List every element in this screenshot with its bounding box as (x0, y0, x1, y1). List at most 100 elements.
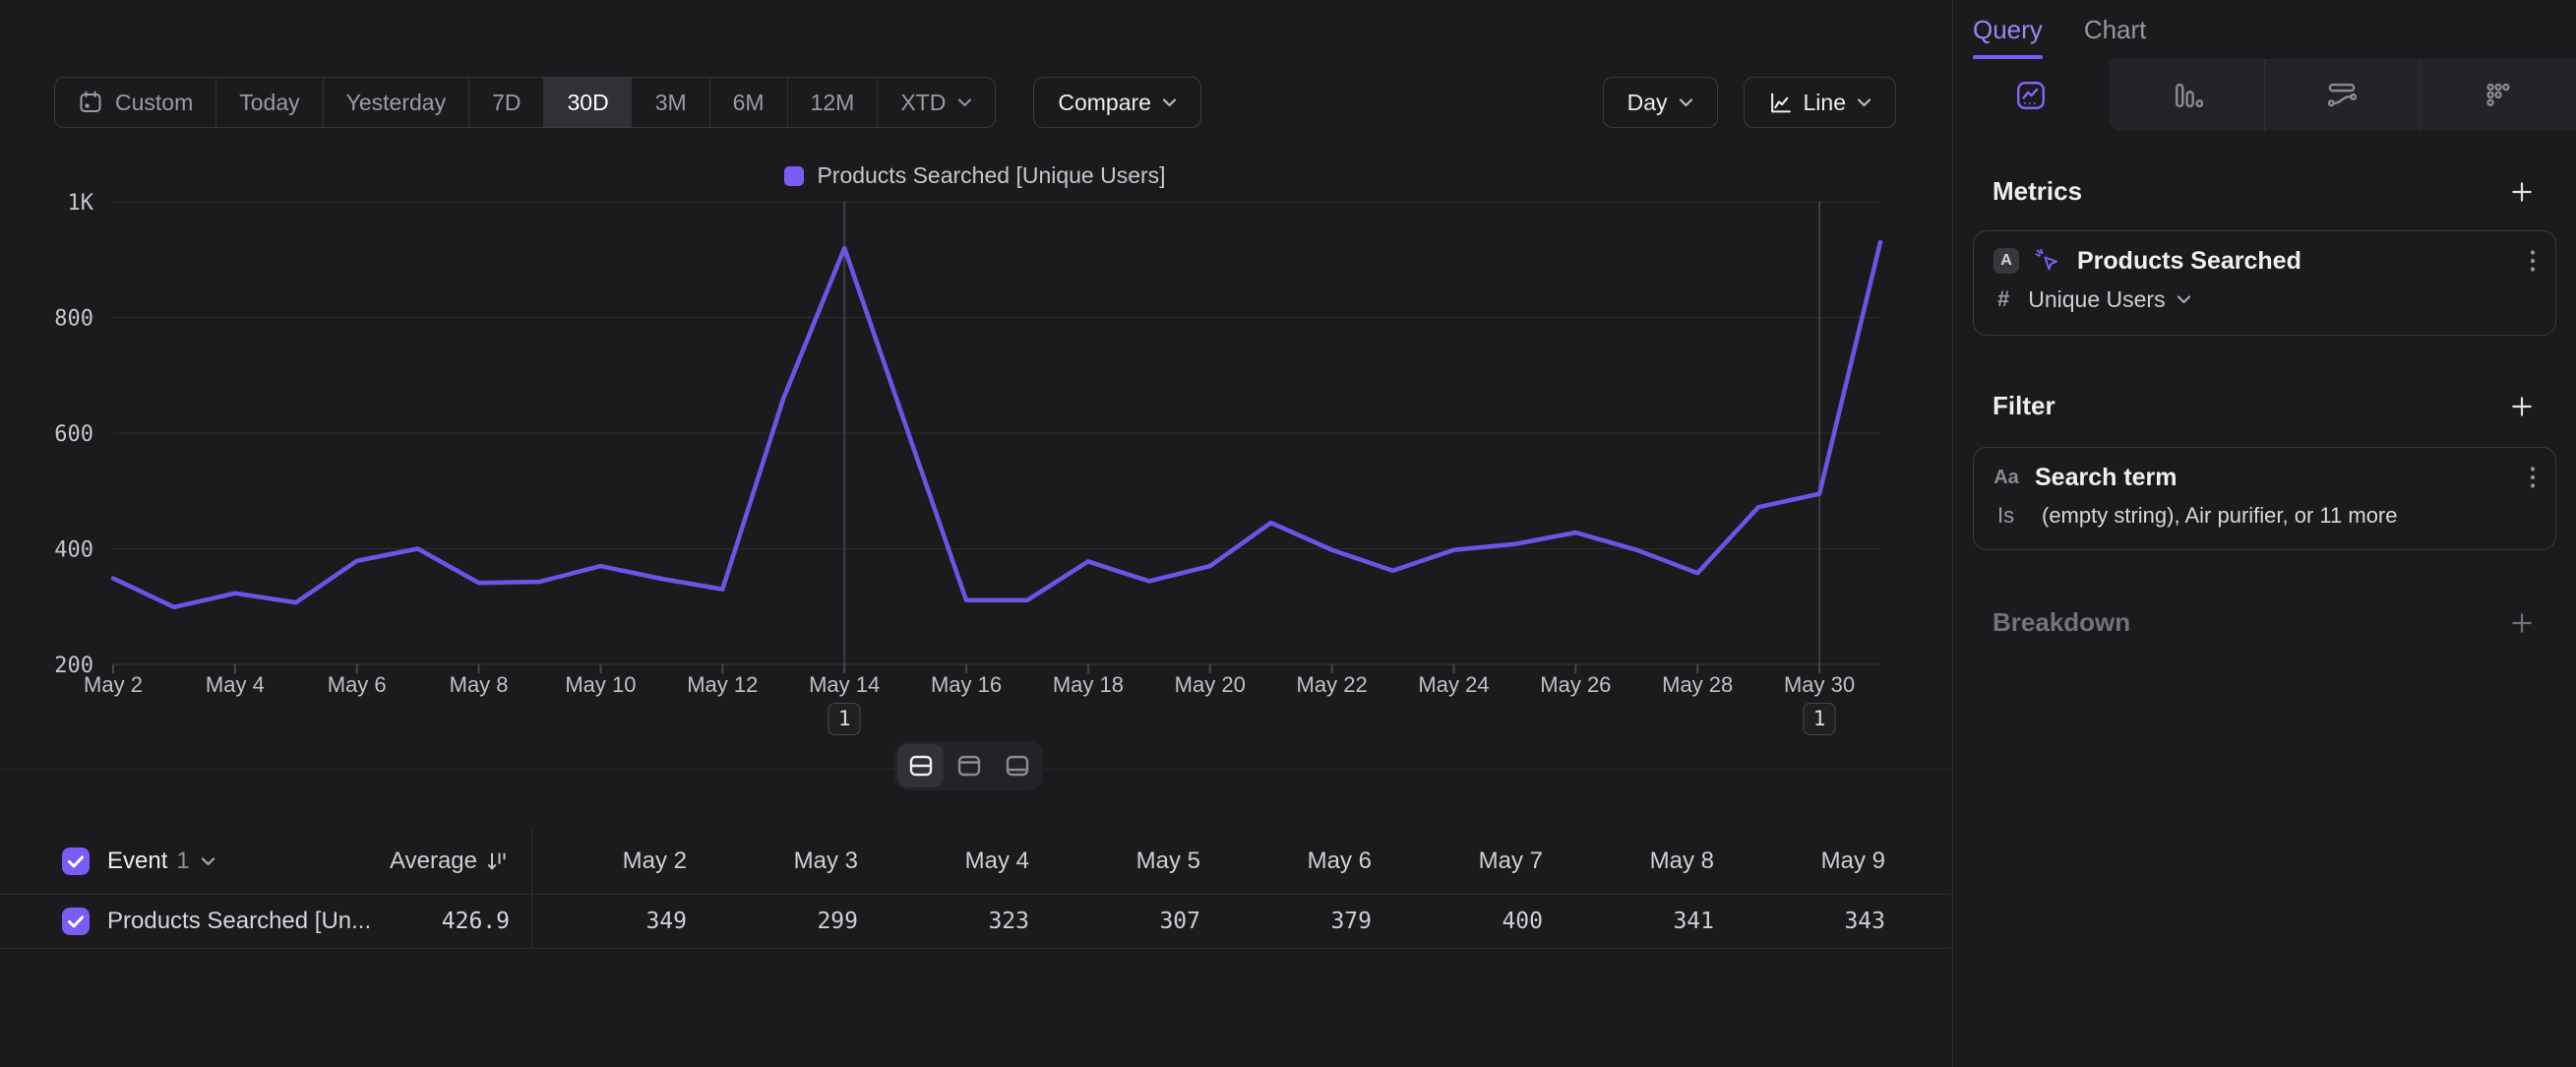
value-cell: 307 (1045, 909, 1216, 934)
chevron-down-icon (1679, 98, 1693, 107)
filter-operator[interactable]: Is (1997, 503, 2023, 529)
breakdown-section-header: Breakdown (1993, 607, 2535, 638)
value-cell: 379 (1216, 909, 1387, 934)
tab-flows[interactable] (2264, 59, 2421, 131)
svg-text:May 28: May 28 (1662, 672, 1733, 697)
svg-text:May 12: May 12 (687, 672, 758, 697)
layout-toggle (894, 741, 1043, 790)
event-count: 1 (176, 847, 189, 875)
range-12m[interactable]: 12M (787, 78, 878, 127)
metric-name[interactable]: Products Searched (2077, 247, 2301, 276)
measure-type-icon: # (1997, 286, 2009, 312)
value-cell: 400 (1387, 909, 1559, 934)
chevron-down-icon (1857, 98, 1871, 107)
split-view-button[interactable] (897, 744, 944, 787)
date-column-header[interactable]: May 9 (1730, 847, 1901, 875)
top-panel-view-icon (954, 751, 984, 781)
kebab-menu-icon[interactable] (2530, 466, 2536, 489)
filter-value[interactable]: (empty string), Air purifier, or 11 more (2042, 503, 2398, 529)
row-average-value: 426.9 (442, 909, 510, 934)
bottom-panel-view-button[interactable] (994, 744, 1040, 787)
tab-chart[interactable]: Chart (2084, 0, 2147, 59)
measure-selector[interactable]: Unique Users (2028, 286, 2165, 313)
chevron-down-icon[interactable] (201, 857, 215, 866)
value-cell: 323 (874, 909, 1045, 934)
range-6m[interactable]: 6M (709, 78, 787, 127)
range-yesterday[interactable]: Yesterday (323, 78, 468, 127)
main-area: Custom Today Yesterday 7D 30D 3M 6M 12M … (0, 0, 1952, 1067)
compare-button[interactable]: Compare (1033, 77, 1201, 128)
select-all-checkbox[interactable] (62, 847, 90, 875)
svg-text:May 16: May 16 (931, 672, 1002, 697)
report-type-tabs (1953, 59, 2576, 131)
table-row: Products Searched [Un... 426.9 349299323… (0, 895, 1950, 949)
line-chart[interactable]: 2004006008001KMay 2May 4May 6May 8May 10… (0, 192, 1950, 709)
top-panel-view-button[interactable] (946, 744, 992, 787)
date-column-header[interactable]: May 3 (703, 847, 874, 875)
svg-text:May 18: May 18 (1053, 672, 1124, 697)
sidebar-tabs: Query Chart (1953, 0, 2576, 59)
tab-bar-chart[interactable] (2109, 59, 2264, 131)
svg-text:600: 600 (54, 422, 93, 447)
row-checkbox[interactable] (62, 908, 90, 935)
svg-text:May 8: May 8 (450, 672, 509, 697)
row-series-name[interactable]: Products Searched [Un... (107, 908, 371, 935)
date-column-header[interactable]: May 5 (1045, 847, 1216, 875)
chevron-down-icon[interactable] (2177, 295, 2191, 304)
range-custom[interactable]: Custom (55, 78, 215, 127)
filter-section-header: Filter (1993, 391, 2535, 421)
legend-swatch (784, 166, 804, 186)
add-filter-button[interactable] (2509, 394, 2535, 419)
svg-text:May 4: May 4 (206, 672, 265, 697)
svg-text:May 24: May 24 (1418, 672, 1489, 697)
svg-text:May 10: May 10 (565, 672, 636, 697)
svg-text:May 26: May 26 (1540, 672, 1611, 697)
split-view-icon (906, 751, 936, 781)
add-breakdown-button[interactable] (2509, 610, 2535, 636)
annotation-badge[interactable]: 1 (1804, 703, 1836, 735)
svg-text:May 14: May 14 (809, 672, 880, 697)
chevron-down-icon (1162, 98, 1177, 107)
date-column-header[interactable]: May 8 (1559, 847, 1730, 875)
range-3m[interactable]: 3M (632, 78, 709, 127)
granularity-button[interactable]: Day (1603, 77, 1718, 128)
date-column-header[interactable]: May 4 (874, 847, 1045, 875)
sort-descending-icon[interactable] (486, 849, 510, 873)
value-cell: 341 (1559, 909, 1730, 934)
filter-property-name[interactable]: Search term (2035, 464, 2177, 492)
date-range-control: Custom Today Yesterday 7D 30D 3M 6M 12M … (54, 77, 996, 128)
range-today[interactable]: Today (215, 78, 322, 127)
analytics-app: Custom Today Yesterday 7D 30D 3M 6M 12M … (0, 0, 2576, 1067)
tab-grid-dots[interactable] (2420, 59, 2576, 131)
tab-insights[interactable] (1953, 59, 2109, 131)
svg-text:May 20: May 20 (1175, 672, 1246, 697)
date-column-header[interactable]: May 2 (531, 847, 703, 875)
metrics-section-header: Metrics (1993, 176, 2535, 207)
bottom-panel-view-icon (1003, 751, 1032, 781)
filter-card[interactable]: Aa Search term Is (empty string), Air pu… (1973, 447, 2556, 550)
range-30d[interactable]: 30D (543, 78, 631, 127)
metric-card[interactable]: A Products Searched # Unique Users (1973, 230, 2556, 336)
calendar-icon (78, 90, 103, 115)
range-7d[interactable]: 7D (468, 78, 543, 127)
add-metric-button[interactable] (2509, 179, 2535, 205)
bar-chart-icon (2170, 79, 2203, 112)
svg-text:May 22: May 22 (1297, 672, 1368, 697)
date-column-header[interactable]: May 7 (1387, 847, 1559, 875)
event-column-label: Event (107, 847, 167, 875)
svg-text:May 6: May 6 (328, 672, 387, 697)
svg-text:1K: 1K (68, 192, 94, 216)
annotation-badge[interactable]: 1 (828, 703, 861, 735)
date-column-header[interactable]: May 6 (1216, 847, 1387, 875)
chart-type-button[interactable]: Line (1744, 77, 1896, 128)
kebab-menu-icon[interactable] (2530, 249, 2536, 273)
string-type-badge: Aa (1993, 467, 2019, 489)
tab-query[interactable]: Query (1973, 0, 2043, 59)
filter-title: Filter (1993, 391, 2055, 421)
range-xtd[interactable]: XTD (877, 78, 995, 127)
metric-letter-badge: A (1993, 248, 2019, 274)
grid-dots-icon (2482, 79, 2515, 112)
value-cell: 299 (703, 909, 874, 934)
svg-text:May 30: May 30 (1784, 672, 1855, 697)
table-header-row: Event 1 Average (0, 829, 1950, 895)
